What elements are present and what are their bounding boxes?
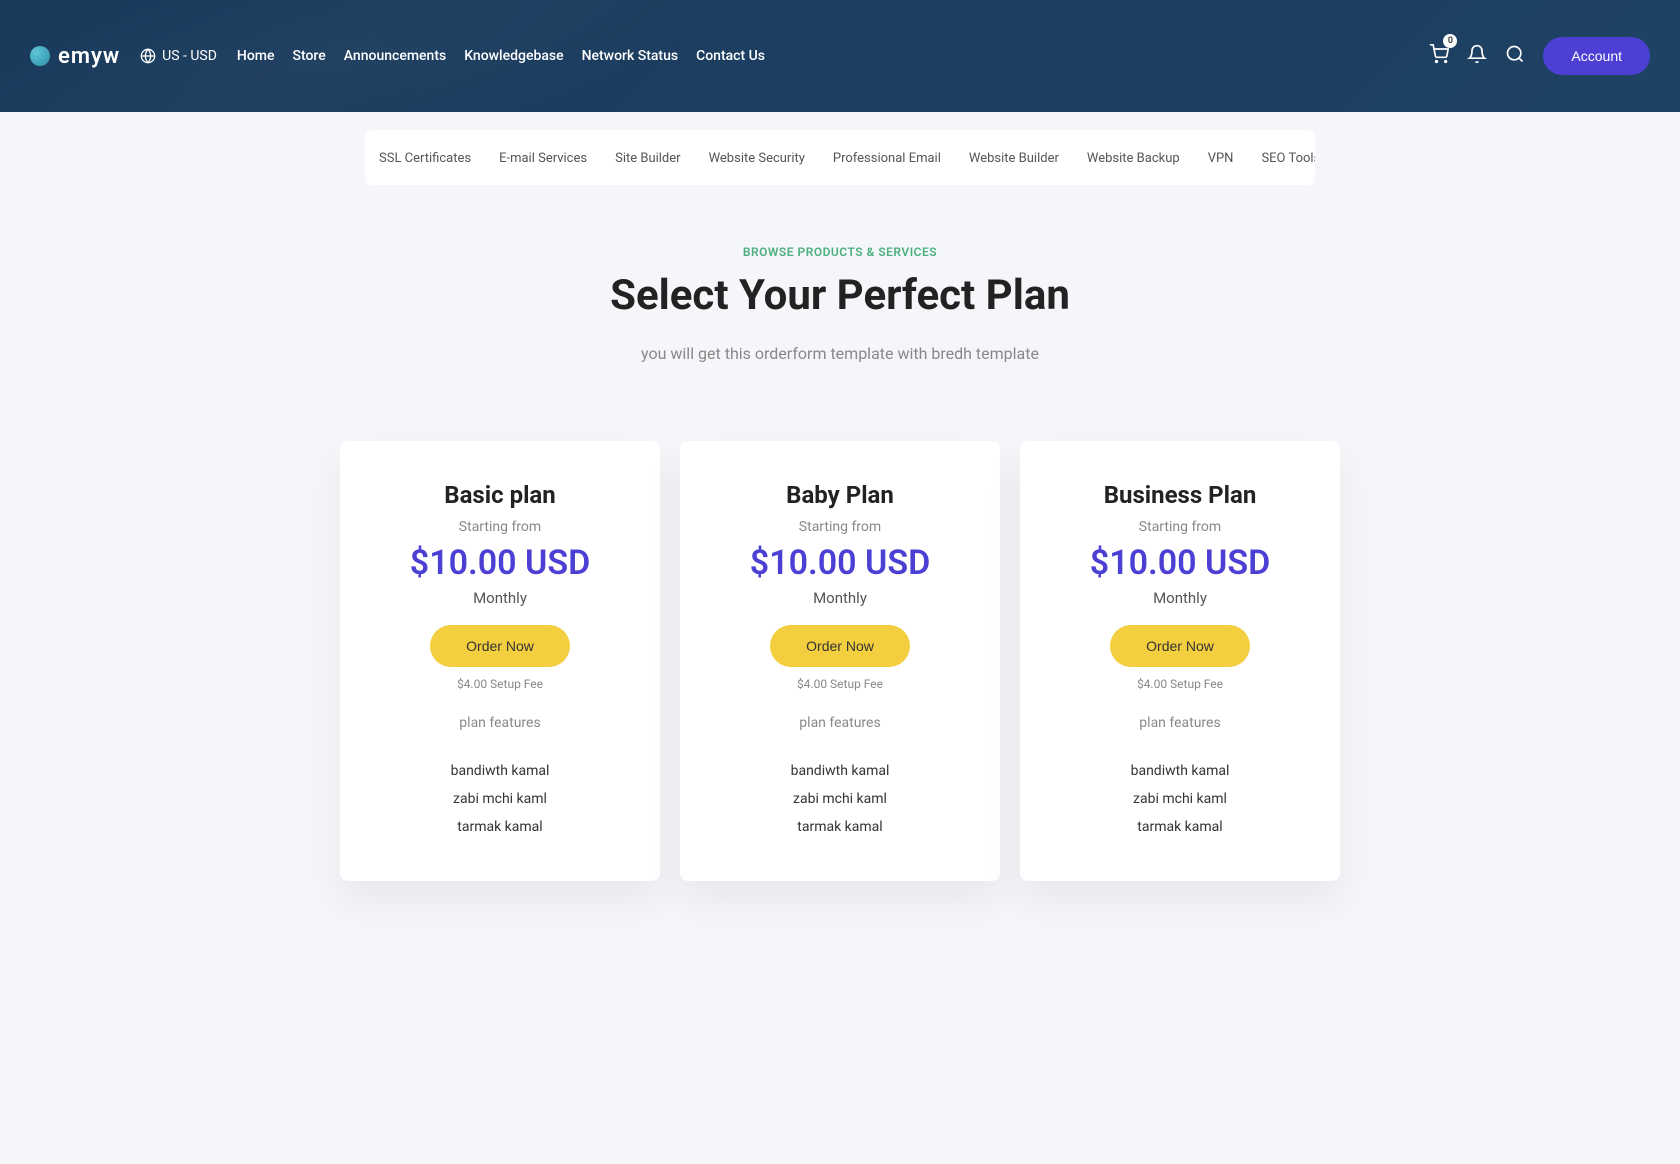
plan-name: Business Plan — [1050, 481, 1310, 509]
tab-site-builder[interactable]: Site Builder — [601, 130, 694, 185]
tab-professional-email[interactable]: Professional Email — [819, 130, 955, 185]
cart-button[interactable]: 0 — [1429, 44, 1449, 68]
plan-setup-fee: $4.00 Setup Fee — [1050, 677, 1310, 691]
plan-features-label: plan features — [710, 715, 970, 731]
nav-knowledgebase[interactable]: Knowledgebase — [464, 48, 563, 64]
search-button[interactable] — [1505, 44, 1525, 68]
order-now-button[interactable]: Order Now — [1110, 625, 1250, 667]
plan-feature: tarmak kamal — [370, 813, 630, 841]
plan-period: Monthly — [1050, 589, 1310, 607]
plan-feature: tarmak kamal — [710, 813, 970, 841]
plan-setup-fee: $4.00 Setup Fee — [370, 677, 630, 691]
tab-ssl-certificates[interactable]: SSL Certificates — [365, 130, 485, 185]
nav-store[interactable]: Store — [293, 48, 326, 64]
plan-card-basic: Basic plan Starting from $10.00 USD Mont… — [340, 441, 660, 881]
plan-starting: Starting from — [710, 519, 970, 535]
plan-features-label: plan features — [370, 715, 630, 731]
plans: Basic plan Starting from $10.00 USD Mont… — [0, 441, 1680, 941]
plan-features: bandiwth kamal zabi mchi kaml tarmak kam… — [1050, 757, 1310, 841]
plan-feature: bandiwth kamal — [710, 757, 970, 785]
plan-price: $10.00 USD — [370, 543, 630, 583]
notifications-button[interactable] — [1467, 44, 1487, 68]
plan-starting: Starting from — [370, 519, 630, 535]
nav-announcements[interactable]: Announcements — [344, 48, 446, 64]
plan-setup-fee: $4.00 Setup Fee — [710, 677, 970, 691]
plan-features-label: plan features — [1050, 715, 1310, 731]
hero: BROWSE PRODUCTS & SERVICES Select Your P… — [0, 245, 1680, 363]
plan-starting: Starting from — [1050, 519, 1310, 535]
plan-card-business: Business Plan Starting from $10.00 USD M… — [1020, 441, 1340, 881]
header: emyw US - USD Home Store Announcements K… — [0, 0, 1680, 112]
plan-period: Monthly — [370, 589, 630, 607]
locale-selector[interactable]: US - USD — [140, 48, 217, 64]
plan-features: bandiwth kamal zabi mchi kaml tarmak kam… — [710, 757, 970, 841]
plan-feature: zabi mchi kaml — [370, 785, 630, 813]
tab-seo-tools[interactable]: SEO Tools — [1247, 130, 1315, 185]
logo[interactable]: emyw — [30, 44, 120, 69]
plan-name: Basic plan — [370, 481, 630, 509]
tab-website-backup[interactable]: Website Backup — [1073, 130, 1194, 185]
nav-contact-us[interactable]: Contact Us — [696, 48, 765, 64]
account-button[interactable]: Account — [1543, 37, 1650, 75]
tab-website-security[interactable]: Website Security — [695, 130, 819, 185]
hero-title: Select Your Perfect Plan — [0, 271, 1680, 320]
order-now-button[interactable]: Order Now — [430, 625, 570, 667]
logo-icon — [30, 46, 50, 66]
order-now-button[interactable]: Order Now — [770, 625, 910, 667]
bell-icon — [1467, 44, 1487, 64]
plan-features: bandiwth kamal zabi mchi kaml tarmak kam… — [370, 757, 630, 841]
plan-feature: zabi mchi kaml — [710, 785, 970, 813]
tabs: SSL Certificates E-mail Services Site Bu… — [365, 130, 1315, 185]
hero-eyebrow: BROWSE PRODUCTS & SERVICES — [0, 245, 1680, 259]
plan-price: $10.00 USD — [1050, 543, 1310, 583]
nav-home[interactable]: Home — [237, 48, 275, 64]
locale-text: US - USD — [162, 48, 217, 64]
tab-email-services[interactable]: E-mail Services — [485, 130, 601, 185]
cart-badge: 0 — [1443, 34, 1457, 48]
header-right: 0 Account — [1429, 37, 1650, 75]
plan-card-baby: Baby Plan Starting from $10.00 USD Month… — [680, 441, 1000, 881]
plan-feature: bandiwth kamal — [1050, 757, 1310, 785]
tabs-container: SSL Certificates E-mail Services Site Bu… — [0, 130, 1680, 185]
logo-text: emyw — [58, 44, 120, 69]
plan-feature: tarmak kamal — [1050, 813, 1310, 841]
globe-icon — [140, 48, 156, 64]
header-left: emyw US - USD Home Store Announcements K… — [30, 44, 765, 69]
plan-name: Baby Plan — [710, 481, 970, 509]
nav: Home Store Announcements Knowledgebase N… — [237, 48, 765, 64]
plan-period: Monthly — [710, 589, 970, 607]
tab-vpn[interactable]: VPN — [1194, 130, 1248, 185]
plan-price: $10.00 USD — [710, 543, 970, 583]
hero-subtitle: you will get this orderform template wit… — [0, 344, 1680, 363]
plan-feature: bandiwth kamal — [370, 757, 630, 785]
search-icon — [1505, 44, 1525, 64]
nav-network-status[interactable]: Network Status — [582, 48, 679, 64]
tab-website-builder[interactable]: Website Builder — [955, 130, 1073, 185]
plan-feature: zabi mchi kaml — [1050, 785, 1310, 813]
